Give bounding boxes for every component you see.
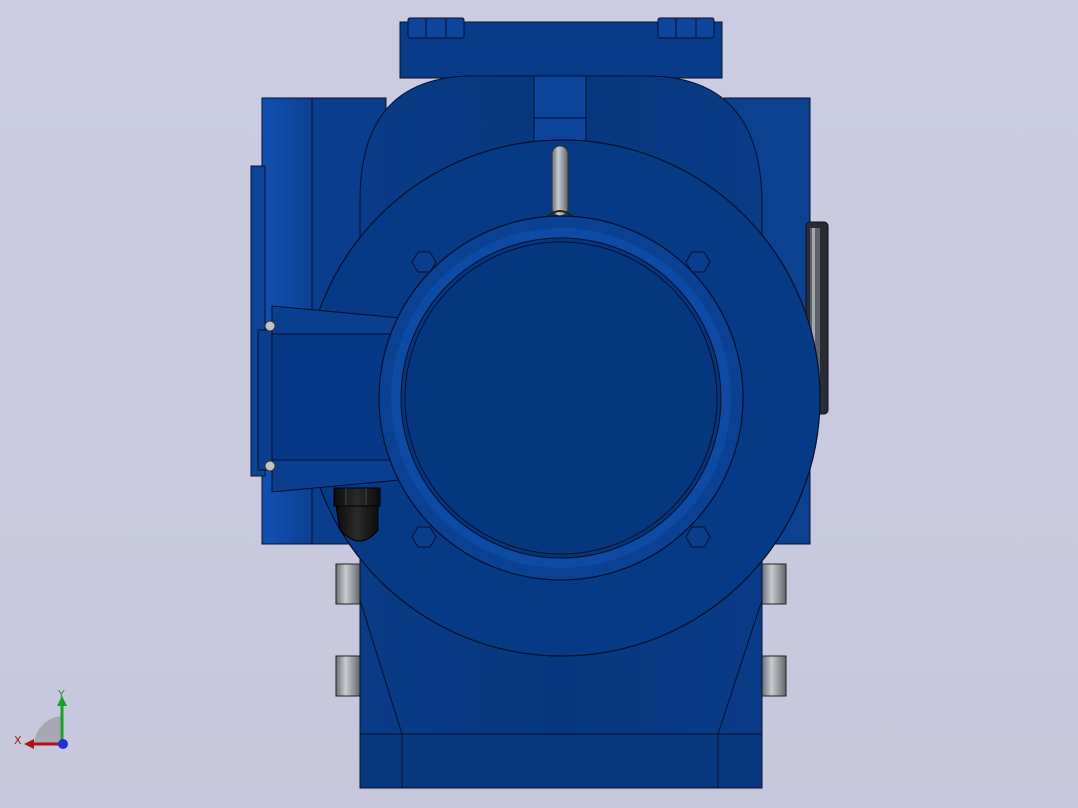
y-axis-label: Y	[57, 688, 65, 701]
motor-end-cover	[378, 215, 744, 581]
terminal-screw-bottom	[264, 460, 276, 472]
triad-arc	[34, 716, 62, 744]
top-rib	[533, 75, 587, 143]
foot-bolt-left-lower	[335, 655, 361, 697]
lifting-eye	[547, 145, 573, 217]
top-bolt-left	[407, 17, 465, 39]
coordinate-triad: Y X	[14, 688, 68, 749]
x-axis-label: X	[14, 734, 22, 747]
terminal-screw-top	[264, 320, 276, 332]
top-bolt-right	[657, 17, 715, 39]
foot-bolt-left-upper	[335, 563, 361, 605]
foot-bolt-right-lower	[761, 655, 787, 697]
x-axis-arrow	[24, 739, 34, 749]
z-axis-dot	[58, 739, 68, 749]
cad-viewport[interactable]	[0, 0, 1078, 808]
foot-bolt-right-upper	[761, 563, 787, 605]
